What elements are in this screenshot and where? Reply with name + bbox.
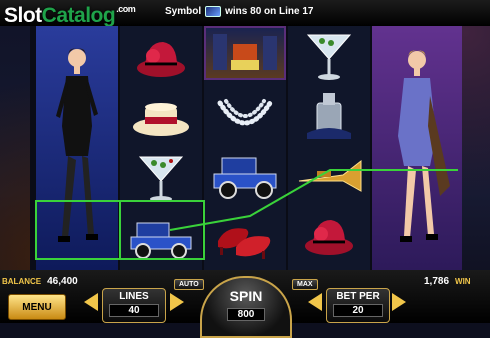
win-label: WIN [455, 277, 471, 286]
win-display: 1,786 WIN [424, 276, 471, 287]
bet-decrease-arrow-icon[interactable] [308, 293, 322, 311]
top-bar: SlotCatalog.com Symbol wins 80 on Line 1… [0, 0, 490, 27]
menu-button[interactable]: MENU [8, 294, 66, 320]
balance-value: 46,400 [47, 276, 78, 287]
lines-panel: LINES 40 [102, 288, 166, 323]
lines-value: 40 [109, 304, 159, 317]
bet-per-value: 20 [333, 304, 383, 317]
total-bet-value: 800 [226, 308, 266, 321]
payline-17 [169, 169, 458, 231]
slotcatalog-logo: SlotCatalog.com [4, 4, 136, 27]
car-symbol-icon [205, 6, 222, 17]
max-button[interactable]: MAX [292, 279, 318, 290]
win-message-suffix: wins 80 on Line 17 [225, 6, 314, 17]
bet-increase-arrow-icon[interactable] [392, 293, 406, 311]
balance-label: BALANCE [2, 277, 42, 286]
bet-per-label: BET PER [336, 291, 380, 302]
balance-display: BALANCE 46,400 [2, 276, 78, 287]
win-value: 1,786 [424, 276, 450, 287]
bet-per-panel: BET PER 20 [326, 288, 390, 323]
lines-label: LINES [119, 291, 149, 302]
auto-button[interactable]: AUTO [174, 279, 204, 290]
spin-label: SPIN [229, 288, 263, 304]
reel-area [30, 26, 462, 270]
lines-increase-arrow-icon[interactable] [170, 293, 184, 311]
win-message-prefix: Symbol [165, 6, 202, 17]
win-message: Symbol wins 80 on Line 17 [165, 6, 313, 17]
lines-decrease-arrow-icon[interactable] [84, 293, 98, 311]
